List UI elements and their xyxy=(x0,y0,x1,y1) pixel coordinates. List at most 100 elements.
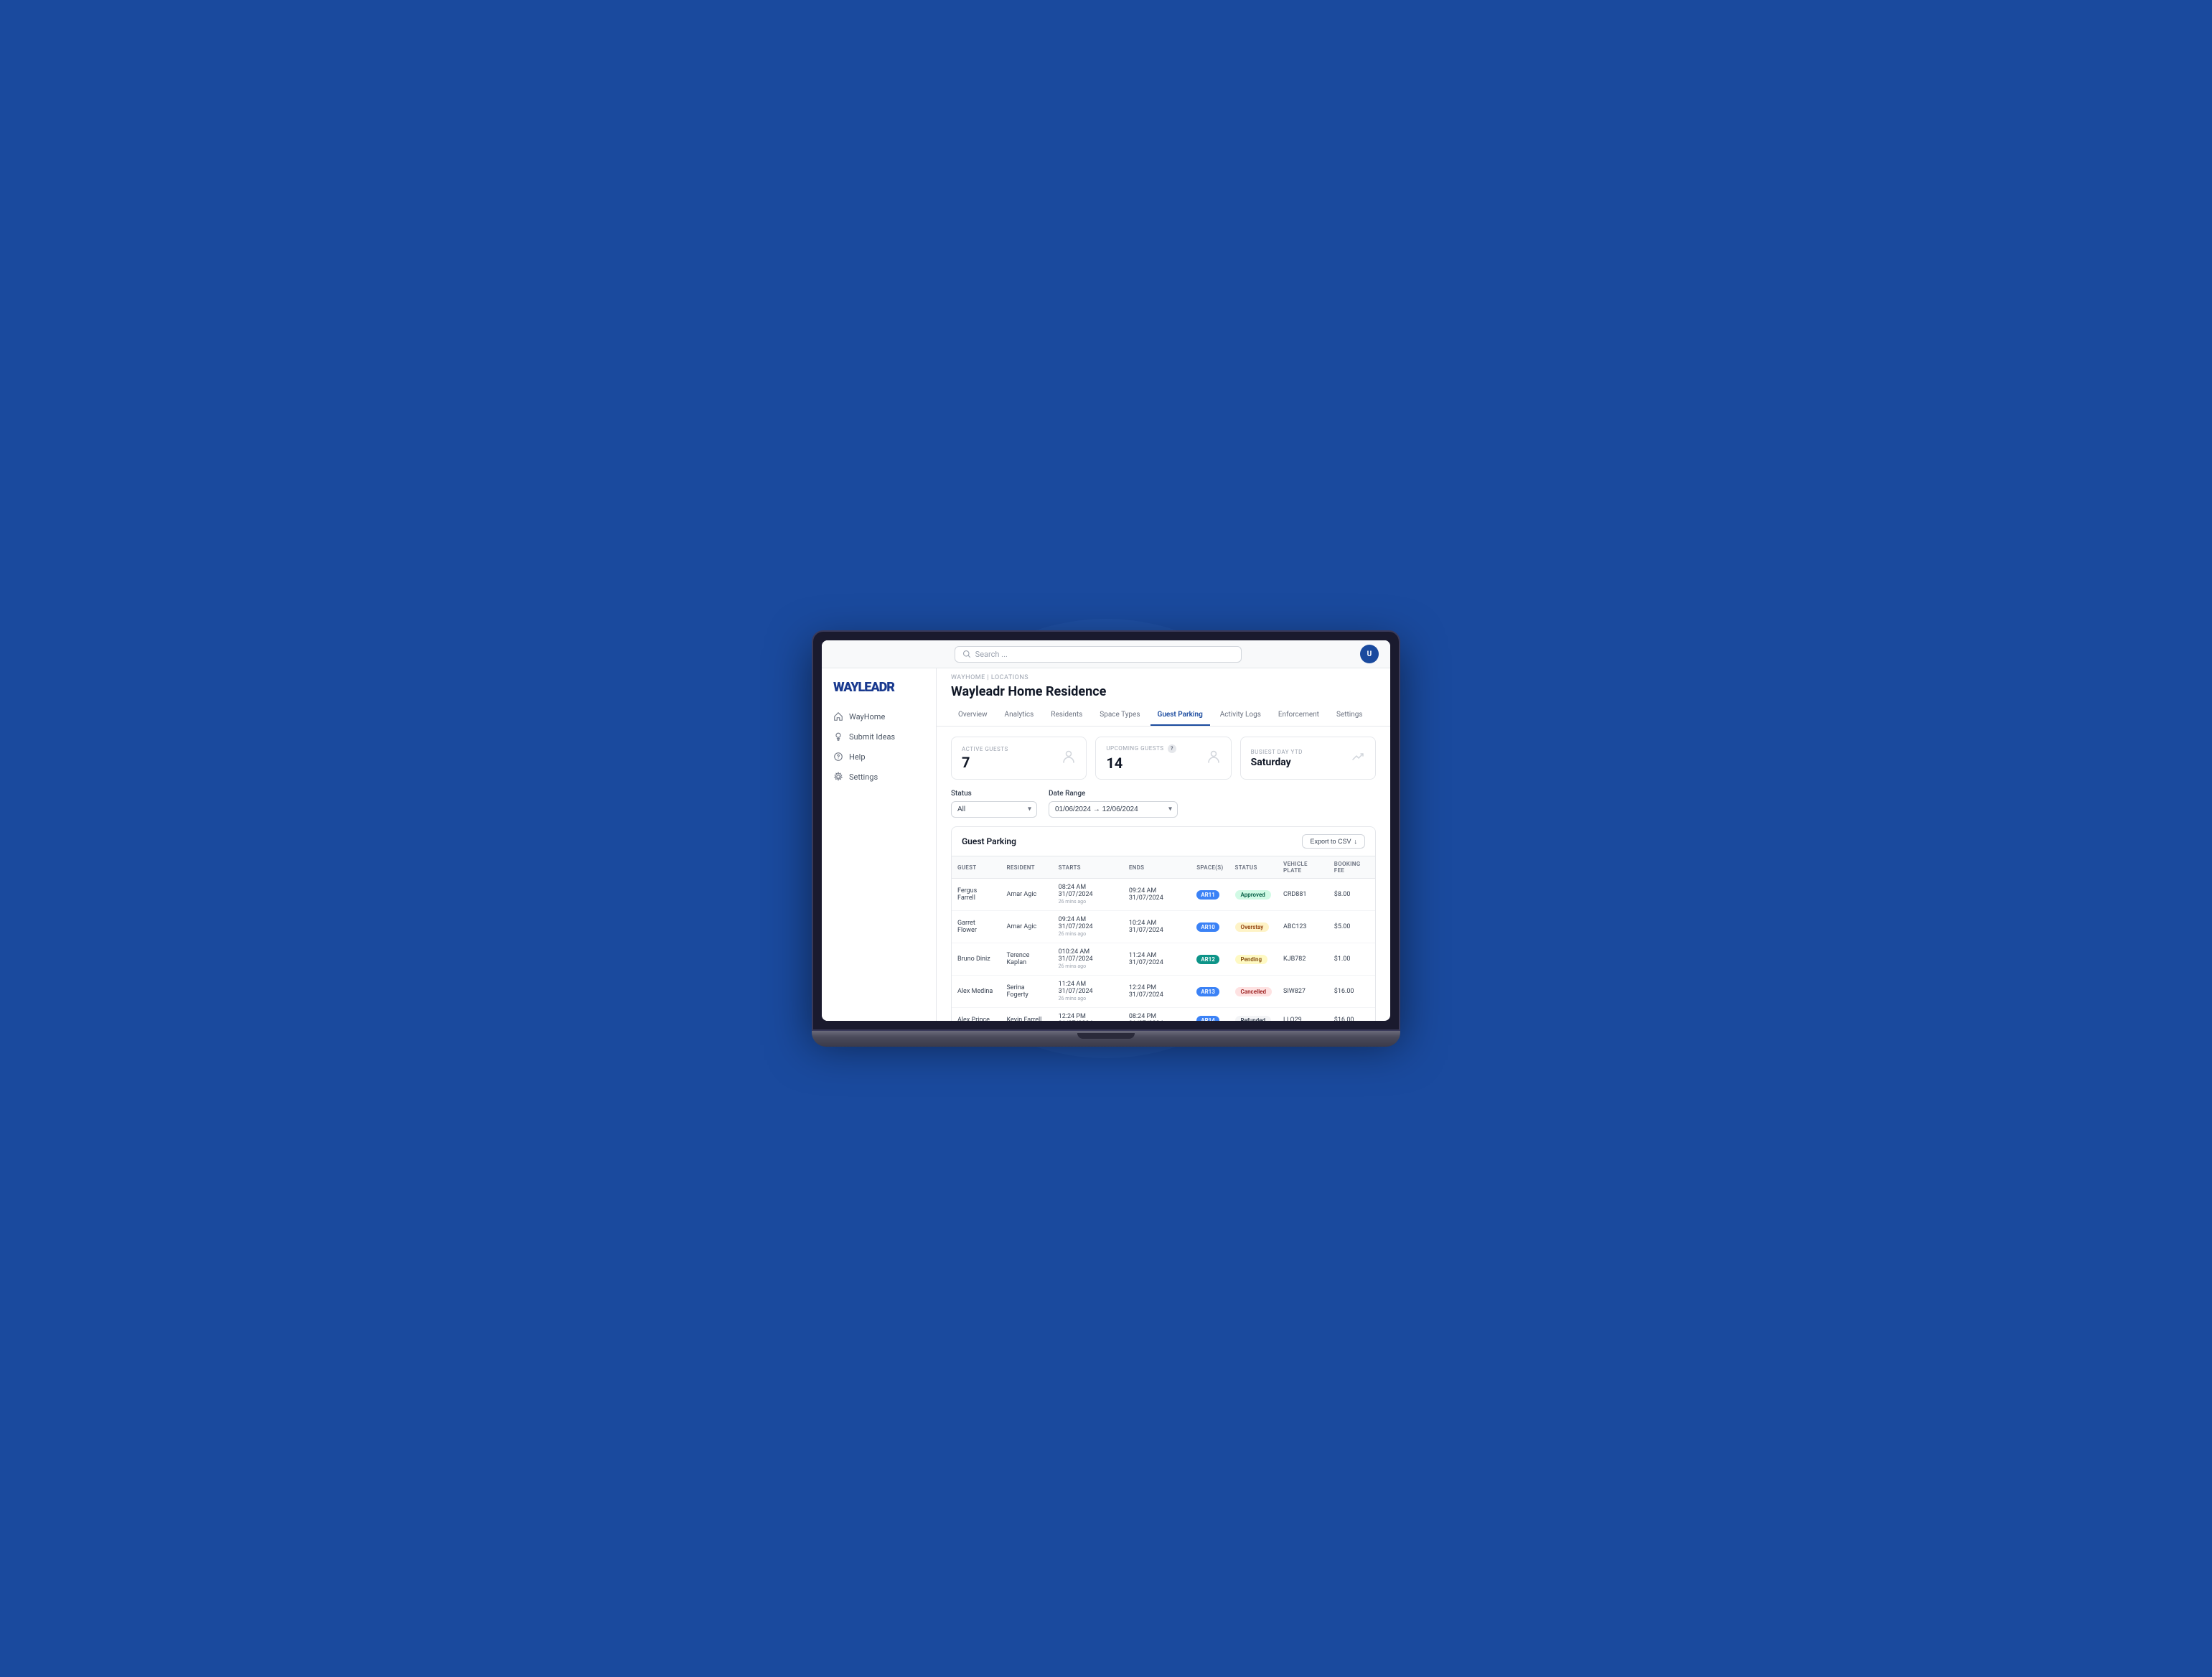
table-row[interactable]: Fergus Farrell Amar Agic 08:24 AM 31/07/… xyxy=(952,879,1375,911)
breadcrumb: WAYHOME | LOCATIONS xyxy=(937,668,1390,681)
date-range-filter-group: Date Range 01/06/2024 → 12/06/2024 xyxy=(1049,790,1178,818)
question-icon xyxy=(833,752,843,762)
cell-resident-1: Amar Agic xyxy=(1000,911,1052,943)
col-spaces: Space(s) xyxy=(1191,856,1229,879)
cell-space-1: AR10 xyxy=(1191,911,1229,943)
table-header-row: Guest Parking Export to CSV ↓ xyxy=(952,827,1375,856)
cell-fee-3: $16.00 xyxy=(1328,976,1375,1008)
avatar[interactable]: U xyxy=(1360,645,1379,663)
sidebar-item-submit-ideas[interactable]: Submit Ideas xyxy=(822,727,936,747)
screen-content: Search ... U WAYLEADR WayHome xyxy=(822,640,1390,1021)
tabs: Overview Analytics Residents Space Types… xyxy=(937,705,1390,727)
laptop: Search ... U WAYLEADR WayHome xyxy=(812,630,1400,1047)
tab-settings[interactable]: Settings xyxy=(1329,705,1370,726)
stat-busiest-day: BUSIEST DAY YTD Saturday xyxy=(1240,737,1376,780)
cell-status-3: Cancelled xyxy=(1229,976,1278,1008)
col-booking-fee: Booking Fee xyxy=(1328,856,1375,879)
sidebar-item-wayhome[interactable]: WayHome xyxy=(822,706,936,727)
cell-space-2: AR12 xyxy=(1191,943,1229,976)
cell-starts-1: 09:24 AM 31/07/2024 26 mins ago xyxy=(1053,911,1123,943)
cell-space-4: AR14 xyxy=(1191,1008,1229,1022)
sidebar-item-settings[interactable]: Settings xyxy=(822,767,936,787)
col-vehicle-plate: Vehicle Plate xyxy=(1278,856,1328,879)
tab-activity-logs[interactable]: Activity Logs xyxy=(1213,705,1268,726)
table-row[interactable]: Alex Prince Kevin Farrell 12:24 PM 31/07… xyxy=(952,1008,1375,1022)
cell-resident-2: Terence Kaplan xyxy=(1000,943,1052,976)
sidebar-label-settings: Settings xyxy=(849,772,878,782)
cell-ends-2: 11:24 AM 31/07/2024 xyxy=(1123,943,1191,976)
col-starts: Starts xyxy=(1053,856,1123,879)
tab-guest-parking[interactable]: Guest Parking xyxy=(1150,705,1210,726)
cell-fee-1: $5.00 xyxy=(1328,911,1375,943)
status-select-wrapper[interactable]: All Approved Pending Cancelled Overstay … xyxy=(951,800,1037,818)
filters-row: Status All Approved Pending Cancelled Ov… xyxy=(937,790,1390,826)
person-icon-2 xyxy=(1206,749,1221,767)
status-filter-group: Status All Approved Pending Cancelled Ov… xyxy=(951,790,1037,818)
stat-upcoming-guests: UPCOMING GUESTS ? 14 xyxy=(1095,737,1231,780)
download-icon: ↓ xyxy=(1354,838,1358,845)
gear-icon xyxy=(833,772,843,782)
person-icon-1 xyxy=(1062,749,1076,767)
cell-fee-2: $1.00 xyxy=(1328,943,1375,976)
top-bar: Search ... U xyxy=(822,640,1390,668)
status-filter-label: Status xyxy=(951,790,1037,798)
cell-status-1: Overstay xyxy=(1229,911,1278,943)
cell-plate-2: KJB782 xyxy=(1278,943,1328,976)
home-icon xyxy=(833,711,843,721)
stat-busiest-label: BUSIEST DAY YTD xyxy=(1251,749,1303,755)
laptop-screen: Search ... U WAYLEADR WayHome xyxy=(812,630,1400,1031)
export-csv-button[interactable]: Export to CSV ↓ xyxy=(1302,834,1365,849)
cell-plate-4: LLO29 xyxy=(1278,1008,1328,1022)
date-range-select-wrapper[interactable]: 01/06/2024 → 12/06/2024 xyxy=(1049,800,1178,818)
cell-guest-4: Alex Prince xyxy=(952,1008,1000,1022)
col-resident: Resident xyxy=(1000,856,1052,879)
tab-space-types[interactable]: Space Types xyxy=(1092,705,1147,726)
cell-resident-0: Amar Agic xyxy=(1000,879,1052,911)
cell-plate-3: SIW827 xyxy=(1278,976,1328,1008)
stat-active-guests-value: 7 xyxy=(962,754,1008,771)
page-title: Wayleadr Home Residence xyxy=(937,681,1390,699)
stats-row: ACTIVE GUESTS 7 xyxy=(937,727,1390,790)
cell-starts-0: 08:24 AM 31/07/2024 26 mins ago xyxy=(1053,879,1123,911)
guest-parking-table: Guest Resident Starts Ends Space(s) Stat… xyxy=(952,856,1375,1021)
cell-resident-4: Kevin Farrell xyxy=(1000,1008,1052,1022)
cell-plate-1: ABC123 xyxy=(1278,911,1328,943)
logo: WAYLEADR xyxy=(822,680,936,706)
stat-active-guests-label: ACTIVE GUESTS xyxy=(962,746,1008,752)
tab-analytics[interactable]: Analytics xyxy=(998,705,1041,726)
tab-enforcement[interactable]: Enforcement xyxy=(1271,705,1326,726)
table-row[interactable]: Alex Medina Serina Fogerty 11:24 AM 31/0… xyxy=(952,976,1375,1008)
stat-busiest-value: Saturday xyxy=(1251,757,1303,768)
sidebar-label-wayhome: WayHome xyxy=(849,712,885,721)
cell-resident-3: Serina Fogerty xyxy=(1000,976,1052,1008)
sidebar: WAYLEADR WayHome Submit Ideas xyxy=(822,668,937,1021)
table-row[interactable]: Garret Flower Amar Agic 09:24 AM 31/07/2… xyxy=(952,911,1375,943)
cell-starts-2: 010:24 AM 31/07/2024 26 mins ago xyxy=(1053,943,1123,976)
cell-space-3: AR13 xyxy=(1191,976,1229,1008)
search-box[interactable]: Search ... xyxy=(955,646,1242,663)
tab-overview[interactable]: Overview xyxy=(951,705,995,726)
cell-plate-0: CRD881 xyxy=(1278,879,1328,911)
cell-ends-3: 12:24 PM 31/07/2024 xyxy=(1123,976,1191,1008)
date-range-select[interactable]: 01/06/2024 → 12/06/2024 xyxy=(1049,801,1178,818)
table-row[interactable]: Bruno Diniz Terence Kaplan 010:24 AM 31/… xyxy=(952,943,1375,976)
sidebar-label-help: Help xyxy=(849,752,866,762)
date-range-label: Date Range xyxy=(1049,790,1178,798)
sidebar-item-help[interactable]: Help xyxy=(822,747,936,767)
lightbulb-icon xyxy=(833,732,843,742)
col-guest: Guest xyxy=(952,856,1000,879)
export-label: Export to CSV xyxy=(1310,838,1351,845)
search-placeholder: Search ... xyxy=(975,650,1008,659)
cell-guest-1: Garret Flower xyxy=(952,911,1000,943)
cell-ends-1: 10:24 AM 31/07/2024 xyxy=(1123,911,1191,943)
stat-upcoming-label: UPCOMING GUESTS ? xyxy=(1106,744,1176,753)
status-select[interactable]: All Approved Pending Cancelled Overstay … xyxy=(951,801,1037,818)
cell-fee-0: $8.00 xyxy=(1328,879,1375,911)
tab-residents[interactable]: Residents xyxy=(1044,705,1089,726)
search-icon xyxy=(962,650,971,658)
cell-guest-2: Bruno Diniz xyxy=(952,943,1000,976)
cell-guest-3: Alex Medina xyxy=(952,976,1000,1008)
laptop-notch xyxy=(1077,1033,1135,1039)
cell-guest-0: Fergus Farrell xyxy=(952,879,1000,911)
cell-starts-4: 12:24 PM 31/07/2024 xyxy=(1053,1008,1123,1022)
